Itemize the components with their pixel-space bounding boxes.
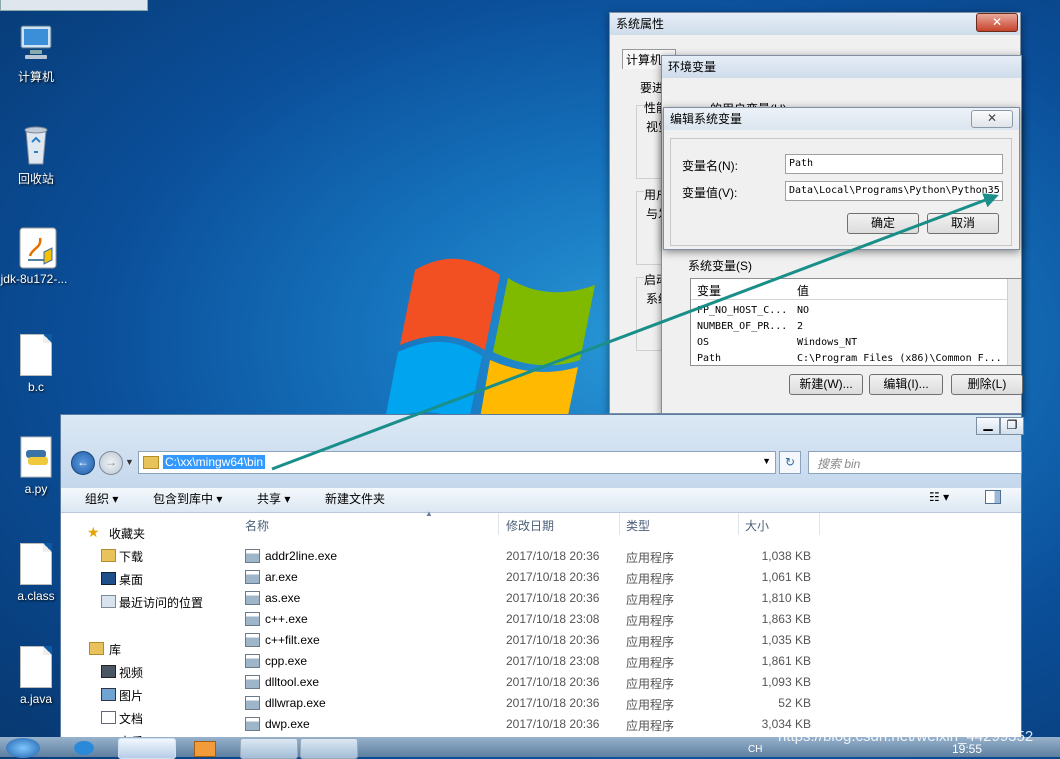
start-button[interactable] xyxy=(6,738,40,758)
ie-taskbar-icon[interactable] xyxy=(74,741,94,755)
explorer-taskbar-button[interactable] xyxy=(118,738,176,759)
cmd-taskbar-button[interactable] xyxy=(240,738,298,759)
watermark: https://blog.csdn.net/weixin_44299352 xyxy=(778,728,1034,745)
annotation-arrow xyxy=(271,193,999,471)
sysprop-taskbar-button[interactable] xyxy=(300,738,358,759)
language-indicator[interactable]: CH xyxy=(748,744,762,755)
media-taskbar-icon[interactable] xyxy=(194,741,216,757)
